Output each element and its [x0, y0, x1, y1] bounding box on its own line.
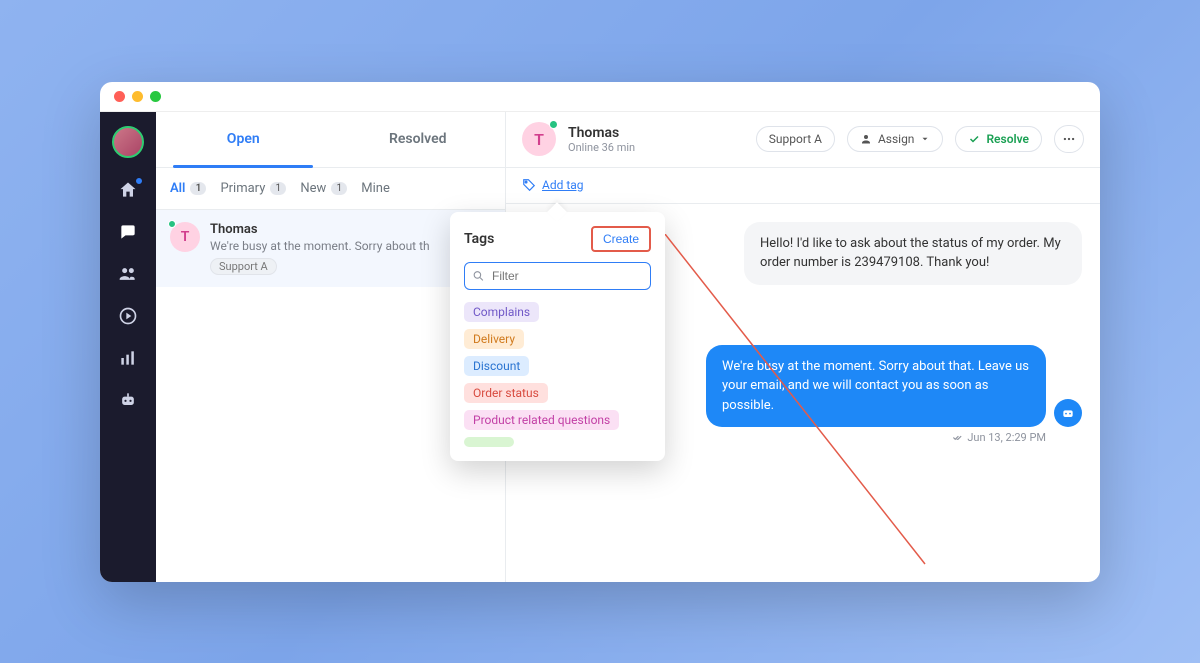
tab-open[interactable]: Open [156, 112, 331, 167]
tag-option-product[interactable]: Product related questions [464, 410, 619, 430]
titlebar [100, 82, 1100, 112]
visitors-icon[interactable] [118, 264, 138, 284]
more-options-button[interactable] [1054, 125, 1084, 153]
contact-avatar: T [170, 222, 200, 252]
app-body: Open Resolved All 1 Primary 1 New 1 Mine [100, 112, 1100, 582]
tag-filter-input[interactable] [464, 262, 651, 290]
online-dot [549, 120, 558, 129]
incoming-message: Hello! I'd like to ask about the status … [744, 222, 1082, 285]
notification-dot [135, 177, 143, 185]
tag-option-order-status[interactable]: Order status [464, 383, 548, 403]
check-icon [968, 133, 980, 145]
avatar-initial: T [534, 130, 544, 149]
tag-option-delivery[interactable]: Delivery [464, 329, 524, 349]
subtab-mine[interactable]: Mine [361, 181, 390, 196]
tag-option-list: Complains Delivery Discount Order status… [464, 302, 651, 447]
nav-sidebar [100, 112, 156, 582]
tag-option-discount[interactable]: Discount [464, 356, 529, 376]
user-avatar[interactable] [112, 126, 144, 158]
search-icon [472, 269, 485, 282]
main-tabs: Open Resolved [156, 112, 505, 168]
chevron-down-icon [920, 134, 930, 144]
tag-option-complains[interactable]: Complains [464, 302, 539, 322]
online-dot [168, 220, 176, 228]
create-tag-button[interactable]: Create [591, 226, 651, 252]
chat-contact-avatar: T [522, 122, 556, 156]
maximize-window-button[interactable] [150, 91, 161, 102]
chat-status: Online 36 min [568, 141, 635, 154]
message-snippet: We're busy at the moment. Sorry about th [210, 239, 491, 253]
tag-icon [522, 178, 536, 192]
message-timestamp: Jun 13, 2:29 PM [952, 431, 1046, 444]
tab-resolved[interactable]: Resolved [331, 112, 506, 167]
contact-name: Thomas [210, 222, 491, 237]
popover-title: Tags [464, 231, 494, 247]
support-group-pill[interactable]: Support A [756, 126, 835, 152]
resolve-label: Resolve [986, 132, 1029, 146]
analytics-icon[interactable] [118, 348, 138, 368]
minimize-window-button[interactable] [132, 91, 143, 102]
conversations-icon[interactable] [118, 222, 138, 242]
double-check-icon [952, 432, 963, 443]
subtab-new[interactable]: New 1 [300, 181, 347, 196]
home-icon[interactable] [118, 180, 138, 200]
subtab-label: New [300, 181, 326, 196]
resolve-button[interactable]: Resolve [955, 126, 1042, 152]
close-window-button[interactable] [114, 91, 125, 102]
count-badge: 1 [331, 182, 347, 195]
tag-row: Add tag [506, 168, 1100, 204]
play-icon[interactable] [118, 306, 138, 326]
outgoing-message: We're busy at the moment. Sorry about th… [706, 345, 1046, 428]
count-badge: 1 [270, 182, 286, 195]
bot-avatar-icon [1054, 399, 1082, 427]
chat-title-block: Thomas Online 36 min [568, 125, 635, 154]
app-window: Open Resolved All 1 Primary 1 New 1 Mine [100, 82, 1100, 582]
subtab-label: Mine [361, 181, 390, 196]
person-icon [860, 133, 872, 145]
avatar-initial: T [181, 229, 190, 245]
subtab-all[interactable]: All 1 [170, 181, 206, 196]
assignee-chip: Support A [210, 258, 277, 275]
chat-header: T Thomas Online 36 min Support A Assign … [506, 112, 1100, 168]
assign-button[interactable]: Assign [847, 126, 944, 152]
subtab-primary[interactable]: Primary 1 [220, 181, 286, 196]
count-badge: 1 [190, 182, 206, 195]
tags-popover: Tags Create Complains Delivery Discount … [450, 212, 665, 461]
subtab-label: Primary [220, 181, 265, 196]
dots-icon [1062, 132, 1076, 146]
conversation-body: Thomas We're busy at the moment. Sorry a… [210, 222, 491, 275]
filter-tabs: All 1 Primary 1 New 1 Mine [156, 168, 505, 210]
chat-contact-name: Thomas [568, 125, 635, 141]
assign-label: Assign [878, 132, 915, 146]
add-tag-link[interactable]: Add tag [542, 178, 584, 192]
bot-icon[interactable] [118, 390, 138, 410]
tag-option-partial[interactable] [464, 437, 514, 447]
subtab-label: All [170, 181, 185, 196]
